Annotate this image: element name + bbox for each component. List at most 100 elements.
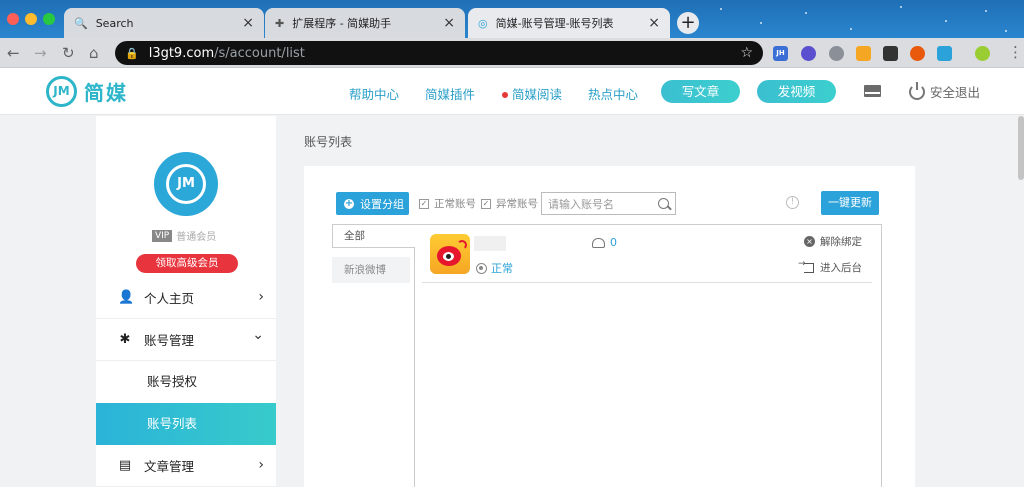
search-placeholder: 请输入账号名 (548, 197, 614, 211)
maximize-window-button[interactable] (43, 13, 55, 25)
tab-title: 简媒-账号管理-账号列表 (495, 17, 614, 30)
account-row: 正常 0 × 解除绑定 进入后台 (422, 226, 872, 283)
browser-tab-extensions[interactable]: ✚ 扩展程序 - 简媒助手 × (265, 8, 465, 38)
extension-icon[interactable] (801, 46, 816, 61)
new-tab-button[interactable]: + (677, 12, 699, 34)
extension-icon[interactable] (937, 46, 952, 61)
sidebar-subitem-account-authorization[interactable]: 账号授权 (96, 361, 276, 403)
puzzle-icon: ✚ (275, 16, 285, 30)
account-search-input[interactable]: 请输入账号名 (541, 192, 676, 215)
avatar[interactable]: JM (154, 152, 218, 216)
weibo-icon (430, 234, 470, 274)
set-group-label: 设置分组 (360, 197, 404, 211)
sidebar: JM VIP 普通会员 领取高级会员 👤 个人主页 › ✱ 账号管理 ⌄ 账号授… (96, 116, 276, 487)
unbind-button[interactable]: × 解除绑定 (804, 234, 862, 249)
filter-normal-accounts[interactable]: ✓ 正常账号 (419, 196, 476, 211)
filter-abnormal-accounts[interactable]: ✓ 异常账号 (481, 196, 538, 211)
chevron-right-icon: › (258, 457, 264, 473)
tab-title: 扩展程序 - 简媒助手 (292, 17, 392, 30)
site-logo[interactable]: JM 简媒 (46, 76, 128, 107)
page-scrollbar[interactable] (1018, 116, 1024, 180)
logout-label: 安全退出 (930, 85, 981, 100)
sidebar-item-profile[interactable]: 👤 个人主页 › (96, 277, 276, 319)
checkbox-icon: ✓ (419, 198, 429, 209)
extension-jh-icon[interactable]: JH (773, 46, 788, 61)
nav-hot-center[interactable]: 热点中心 (588, 84, 638, 103)
post-video-button[interactable]: 发视频 (757, 80, 836, 103)
account-name (474, 236, 506, 251)
member-type: 普通会员 (176, 232, 217, 243)
extension-icon[interactable] (856, 46, 871, 61)
enter-backend-label: 进入后台 (820, 262, 862, 274)
status-label: 正常 (491, 262, 513, 275)
page-title: 账号列表 (304, 135, 353, 149)
user-icon: 👤 (118, 289, 135, 305)
enter-backend-button[interactable]: 进入后台 (798, 259, 862, 275)
close-tab-icon[interactable]: × (443, 15, 455, 31)
chevron-down-icon: ⌄ (252, 327, 264, 343)
site-header: JM 简媒 帮助中心 简媒插件 简媒阅读 热点中心 写文章 发视频 安全退出 (0, 68, 1024, 115)
browser-toolbar: ← → ↻ ⌂ 🔒 l3gt9.com /s/account/list ☆ JH… (0, 38, 1024, 68)
upgrade-membership-button[interactable]: 领取高级会员 (136, 254, 238, 273)
plus-icon: + (344, 197, 354, 209)
lock-icon: 🔒 (125, 46, 139, 60)
fans-icon (592, 237, 605, 248)
close-tab-icon[interactable]: × (242, 15, 254, 31)
nav-plugin[interactable]: 简媒插件 (425, 84, 475, 103)
sidebar-item-account-management[interactable]: ✱ 账号管理 ⌄ (96, 319, 276, 361)
browser-tab-bar: 🔍 Search × ✚ 扩展程序 - 简媒助手 × ◎ 简媒-账号管理-账号列… (0, 0, 1024, 38)
browser-tab-account-list[interactable]: ◎ 简媒-账号管理-账号列表 × (468, 8, 670, 38)
extension-icon[interactable] (910, 46, 925, 61)
account-status: 正常 (476, 260, 513, 276)
logo-text: 简媒 (84, 81, 128, 105)
set-group-button[interactable]: + 设置分组 (336, 192, 409, 215)
minimize-window-button[interactable] (25, 13, 37, 25)
info-icon[interactable]: ! (786, 196, 799, 209)
qr-code-icon[interactable] (883, 46, 898, 61)
enter-icon (798, 259, 814, 273)
sidebar-item-label: 账号管理 (144, 333, 195, 348)
account-list-panel: + 设置分组 ✓ 正常账号 ✓ 异常账号 请输入账号名 ! 一键更新 全部 新浪… (304, 166, 915, 487)
refresh-all-button[interactable]: 一键更新 (821, 191, 879, 215)
browser-menu-icon[interactable]: ⋮ (1008, 44, 1023, 60)
logo-mark-icon: JM (46, 76, 77, 107)
avatar-logo-icon: JM (166, 164, 206, 204)
extension-icon[interactable] (829, 46, 844, 61)
notification-dot-icon (502, 91, 508, 98)
reload-icon[interactable]: ↻ (62, 45, 75, 61)
checkbox-icon: ✓ (481, 198, 491, 209)
power-icon (909, 81, 925, 100)
url-path: /s/account/list (214, 45, 305, 61)
bookmark-star-icon[interactable]: ☆ (740, 45, 753, 61)
sidebar-item-article-management[interactable]: ▤ 文章管理 › (96, 445, 276, 487)
group-tab-all[interactable]: 全部 (332, 224, 415, 248)
filter-label: 正常账号 (434, 198, 476, 210)
document-icon: ▤ (118, 457, 132, 473)
back-icon[interactable]: ← (7, 45, 20, 61)
close-tab-icon[interactable]: × (648, 15, 660, 31)
fans-count: 0 (592, 236, 617, 249)
nav-reading-label: 简媒阅读 (512, 87, 563, 102)
status-icon (476, 262, 487, 274)
browser-tab-search[interactable]: 🔍 Search × (64, 8, 264, 38)
logout-button[interactable]: 安全退出 (909, 81, 981, 101)
nav-reading[interactable]: 简媒阅读 (502, 84, 562, 103)
sidebar-subitem-account-list[interactable]: 账号列表 (96, 403, 276, 445)
close-window-button[interactable] (7, 13, 19, 25)
write-article-button[interactable]: 写文章 (661, 80, 740, 103)
membership-status: VIP 普通会员 (152, 228, 216, 243)
unbind-label: 解除绑定 (820, 236, 862, 248)
tab-title: Search (95, 16, 134, 30)
search-icon[interactable] (658, 198, 669, 209)
home-icon[interactable]: ⌂ (89, 45, 99, 61)
search-icon: 🔍 (74, 16, 88, 30)
profile-avatar-icon[interactable] (975, 46, 990, 61)
forward-icon[interactable]: → (34, 45, 47, 61)
sidebar-item-label: 文章管理 (144, 459, 195, 474)
chevron-right-icon: › (258, 289, 264, 305)
nav-help-center[interactable]: 帮助中心 (349, 84, 399, 103)
mail-icon[interactable] (864, 85, 881, 97)
address-bar[interactable]: 🔒 l3gt9.com /s/account/list ☆ (115, 41, 763, 65)
group-tab-weibo[interactable]: 新浪微博 (332, 257, 410, 283)
vip-badge: VIP (152, 229, 173, 242)
